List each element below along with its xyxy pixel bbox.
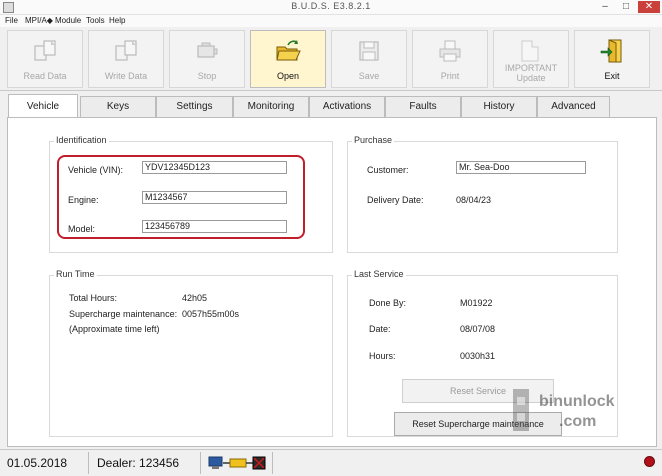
print-button[interactable]: Print [412, 30, 488, 88]
supercharge-label: Supercharge maintenance: [69, 309, 178, 319]
done-by-label: Done By: [369, 298, 407, 308]
update-button[interactable]: IMPORTANT Update [493, 30, 569, 88]
write-data-button[interactable]: Write Data [88, 30, 164, 88]
toolbar: Read Data Write Data Stop Open Save Prin… [0, 27, 662, 91]
vin-field[interactable]: YDV12345D123 [142, 161, 287, 174]
title-bar: B.U.D.S. E3.8.2.1 – □ ✕ [0, 0, 662, 15]
save-label: Save [358, 71, 380, 81]
maximize-button[interactable]: □ [617, 1, 635, 13]
vin-label: Vehicle (VIN): [68, 165, 124, 175]
watermark-logo-icon [513, 389, 529, 431]
engine-label: Engine: [68, 195, 99, 205]
supercharge-value: 0057h55m00s [182, 309, 240, 319]
menu-mpi[interactable]: MPI/A◆ [25, 15, 53, 27]
tab-faults[interactable]: Faults [385, 96, 461, 118]
tab-vehicle[interactable]: Vehicle [8, 94, 78, 117]
save-disk-icon [359, 41, 379, 61]
service-hours-label: Hours: [369, 351, 396, 361]
read-data-button[interactable]: Read Data [7, 30, 83, 88]
identification-title: Identification [54, 135, 109, 145]
status-bar: 01.05.2018 Dealer: 123456 [0, 449, 662, 476]
status-date: 01.05.2018 [7, 456, 68, 470]
status-separator [88, 452, 89, 474]
connection-status-icon [208, 456, 266, 470]
purchase-title: Purchase [352, 135, 395, 145]
window-title: B.U.D.S. E3.8.2.1 [291, 1, 371, 11]
approx-time-label: (Approximate time left) [69, 324, 160, 334]
run-time-title: Run Time [54, 269, 97, 279]
total-hours-label: Total Hours: [69, 293, 118, 303]
save-button[interactable]: Save [331, 30, 407, 88]
tab-keys[interactable]: Keys [80, 96, 156, 118]
exit-button[interactable]: Exit [574, 30, 650, 88]
service-date-value: 08/07/08 [460, 324, 496, 334]
dealer-id: Dealer: 123456 [97, 456, 180, 470]
exit-door-icon [600, 39, 622, 63]
read-data-icon [34, 40, 56, 61]
customer-field[interactable]: Mr. Sea-Doo [456, 161, 586, 174]
update-label: IMPORTANT Update [504, 63, 558, 83]
total-hours-value: 42h05 [182, 293, 208, 303]
open-label: Open [276, 71, 300, 81]
menu-help[interactable]: Help [109, 15, 125, 27]
service-hours-value: 0030h31 [460, 351, 496, 361]
delivery-date-label: Delivery Date: [367, 195, 424, 205]
stop-engine-icon [197, 42, 218, 58]
watermark-suffix: .com [559, 413, 597, 430]
service-date-label: Date: [369, 324, 391, 334]
tab-activations[interactable]: Activations [309, 96, 385, 118]
tab-monitoring[interactable]: Monitoring [233, 96, 309, 118]
write-data-icon [115, 40, 137, 61]
status-separator [272, 452, 273, 474]
menu-module[interactable]: Module [55, 15, 81, 27]
tab-history[interactable]: History [461, 96, 537, 118]
close-button[interactable]: ✕ [638, 1, 660, 13]
model-field[interactable]: 123456789 [142, 220, 287, 233]
tab-settings[interactable]: Settings [156, 96, 233, 118]
menu-bar: File MPI/A◆ Module Tools Help [0, 15, 662, 27]
engine-field[interactable]: M1234567 [142, 191, 287, 204]
model-label: Model: [68, 224, 96, 234]
printer-icon [439, 40, 461, 62]
tab-advanced[interactable]: Advanced [537, 96, 610, 118]
watermark-text: binunlock [539, 393, 615, 410]
last-service-title: Last Service [352, 269, 406, 279]
open-button[interactable]: Open [250, 30, 326, 88]
exit-label: Exit [604, 71, 620, 81]
stop-button[interactable]: Stop [169, 30, 245, 88]
stop-label: Stop [197, 71, 217, 81]
customer-label: Customer: [367, 165, 409, 175]
update-icon [521, 40, 539, 62]
minimize-button[interactable]: – [596, 1, 614, 13]
delivery-date-value: 08/04/23 [456, 195, 492, 205]
write-data-label: Write Data [104, 71, 148, 81]
read-data-label: Read Data [23, 71, 67, 81]
open-folder-icon [276, 40, 301, 61]
done-by-value: M01922 [460, 298, 493, 308]
tab-strip: Vehicle Keys Settings Monitoring Activat… [0, 94, 662, 118]
status-separator [200, 452, 201, 474]
print-label: Print [440, 71, 460, 81]
watermark: binunlock .com [503, 383, 653, 439]
menu-tools[interactable]: Tools [86, 15, 105, 27]
menu-file[interactable]: File [5, 15, 18, 27]
status-led-icon [644, 456, 655, 467]
